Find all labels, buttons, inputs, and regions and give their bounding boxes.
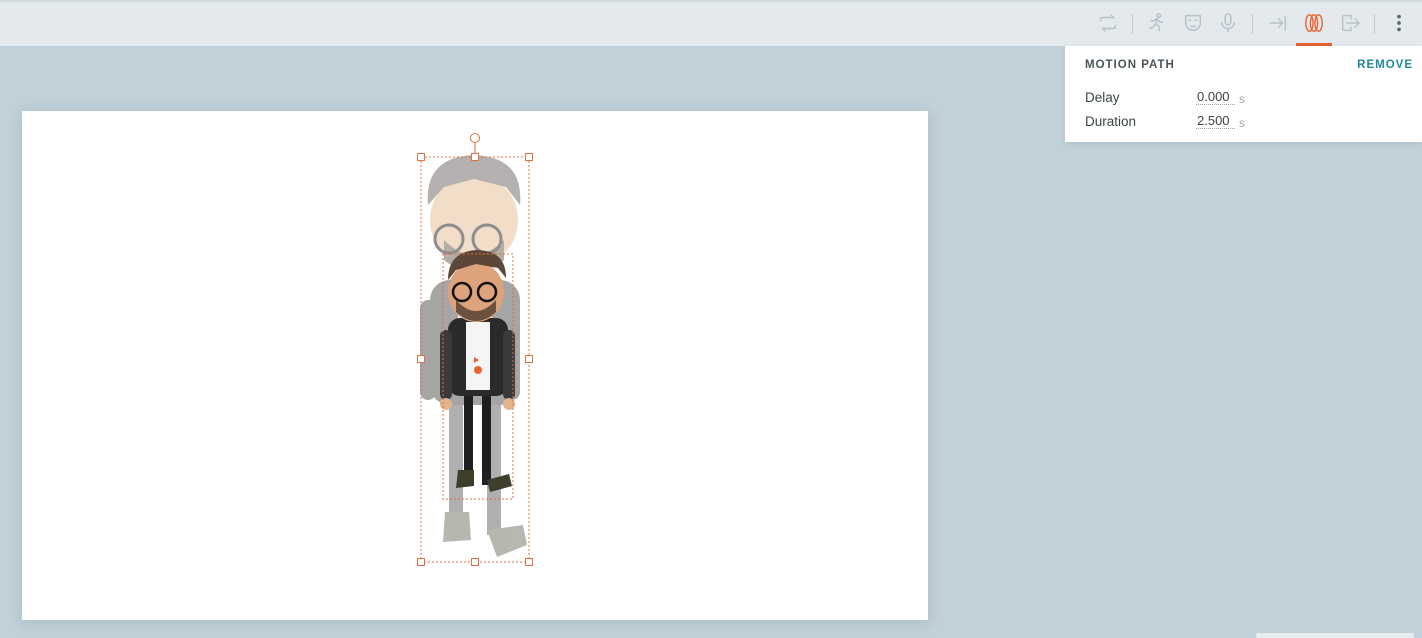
resize-handle-top-right[interactable] [525, 153, 533, 161]
resize-handle-bottom-right[interactable] [525, 558, 533, 566]
resize-handle-left[interactable] [417, 355, 425, 363]
resize-handle-top[interactable] [471, 153, 479, 161]
resize-handle-bottom[interactable] [471, 558, 479, 566]
resize-handle-bottom-left[interactable] [417, 558, 425, 566]
horizontal-scrollbar[interactable] [1256, 633, 1414, 638]
resize-handle-right[interactable] [525, 355, 533, 363]
resize-handle-top-left[interactable] [417, 153, 425, 161]
rotate-handle[interactable] [470, 133, 480, 143]
stage-overlay [420, 143, 530, 563]
